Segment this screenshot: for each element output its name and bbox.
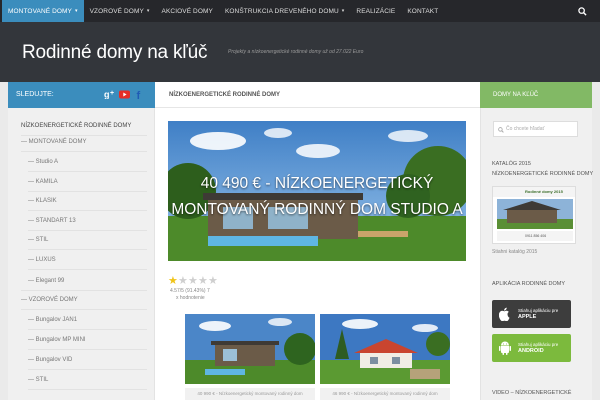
category-link-elegant-99[interactable]: — Elegant 99: [28, 278, 64, 284]
catalog-cover-image[interactable]: Rodinné domy 2015 0911 856 406: [492, 186, 576, 244]
nav-label: MONTOVANÉ DOMY: [8, 7, 72, 15]
nav-item-konstrukcia[interactable]: KONŠTRUKCIA DREVENÉHO DOMU ▾: [219, 0, 350, 22]
divider: [21, 290, 147, 291]
thumbnail-caption-1[interactable]: 40 990 € - Nízkoenergetický montovaný ro…: [185, 388, 315, 400]
nav-item-akciove-domy[interactable]: AKCIOVÉ DOMY: [156, 0, 219, 22]
category-link-montovane[interactable]: — MONTOVANÉ DOMY: [21, 139, 86, 145]
divider: [28, 349, 147, 350]
divider: [21, 309, 147, 310]
category-link-kamila[interactable]: — KAMILA: [28, 179, 58, 185]
chevron-down-icon: ▾: [146, 8, 150, 14]
catalog-title: KATALÓG 2015: [492, 161, 531, 167]
catalog-download-link[interactable]: Stiahni katalóg 2015: [492, 249, 537, 255]
category-link-bungalov-vid[interactable]: — Bungalov VID: [28, 357, 72, 363]
category-link-stil-2[interactable]: — STIL: [28, 377, 48, 383]
star-icon[interactable]: ★: [178, 276, 188, 287]
main-heading: NÍZKOENERGETICKÉ RODINNÉ DOMY: [155, 82, 480, 108]
search-icon: [498, 127, 504, 133]
search-icon: [577, 6, 587, 16]
hero-title[interactable]: 40 490 € - NÍZKOENERGETICKÝ MONTOVANÝ RO…: [168, 171, 466, 223]
android-app-button[interactable]: Stiahuj aplikáciu pre ANDROID: [492, 334, 571, 362]
divider: [28, 210, 147, 211]
google-plus-icon[interactable]: g +: [104, 88, 116, 100]
nav-label: KONTAKT: [407, 7, 439, 15]
chevron-down-icon: ▾: [341, 8, 345, 14]
thumbnail-house-2[interactable]: [320, 314, 450, 384]
thumbnail-house-1[interactable]: [185, 314, 315, 384]
category-link-bungalov-mp-mini[interactable]: — Bungalov MP MINI: [28, 337, 86, 343]
main-menu: MONTOVANÉ DOMY ▾ VZOROVÉ DOMY ▾ AKCIOVÉ DO…: [0, 0, 600, 22]
chevron-down-icon: ▾: [75, 8, 78, 14]
divider: [28, 191, 147, 192]
youtube-icon[interactable]: [118, 88, 130, 100]
nav-item-vzorove-domy[interactable]: VZOROVÉ DOMY ▾: [84, 0, 156, 22]
category-link-standart-13[interactable]: — STANDART 13: [28, 218, 76, 224]
category-link-stil[interactable]: — STIL: [28, 237, 48, 243]
video-heading: VIDEO – NÍZKOENERGETICKÉ: [492, 390, 572, 396]
rating-stars[interactable]: ★ ★ ★ ★ ★: [168, 276, 218, 287]
facebook-icon[interactable]: f: [133, 88, 145, 100]
divider: [21, 135, 147, 136]
svg-text:+: +: [110, 90, 114, 97]
site-title[interactable]: Rodinné domy na kľúč: [22, 42, 208, 64]
category-link-nizkoenergeticke[interactable]: NÍZKOENERGETICKÉ RODINNÉ DOMY: [21, 123, 131, 129]
catalog-phone: 0911 856 406: [525, 234, 547, 238]
category-link-bungalov-jan1[interactable]: — Bungalov JAN1: [28, 317, 77, 323]
site-header: Rodinné domy na kľúč Projekty a nízkoene…: [0, 22, 600, 82]
search-placeholder: Čo chcete hľadať: [506, 126, 545, 132]
android-button-line2: ANDROID: [518, 348, 544, 354]
category-link-vzorove[interactable]: — VZOROVÉ DOMY: [21, 297, 78, 303]
app-heading: APLIKÁCIA RODINNÉ DOMY: [492, 281, 566, 287]
divider: [28, 171, 147, 172]
nav-item-realizacie[interactable]: REALIZÁCIE: [350, 0, 401, 22]
thumbnail-caption-2[interactable]: 46 990 € - Nízkoenergetický montovaný ro…: [320, 388, 450, 400]
apple-button-line2: APPLE: [518, 314, 537, 320]
rating-subtext: x hodnotenie: [176, 295, 205, 301]
nav-label: REALIZÁCIE: [356, 7, 396, 15]
android-icon: [496, 334, 514, 362]
catalog-subtitle: NÍZKOENERGETICKÉ RODINNÉ DOMY: [492, 171, 594, 177]
nav-item-kontakt[interactable]: KONTAKT: [401, 0, 444, 22]
apple-button-line1: Stiahuj aplikáciu pre: [518, 308, 559, 313]
star-icon[interactable]: ★: [198, 276, 208, 287]
category-list-container: NÍZKOENERGETICKÉ RODINNÉ DOMY — MONTOVAN…: [8, 108, 155, 400]
right-sidebar-heading: DOMY NA KĽÚČ: [480, 82, 592, 108]
site-tagline: Projekty a nízkoenergetické rodinné domy…: [228, 49, 364, 55]
search-button[interactable]: [570, 0, 594, 22]
divider: [28, 249, 147, 250]
search-input[interactable]: Čo chcete hľadať: [493, 121, 578, 137]
rating-text: 4.57/5 (91.43%) 7: [170, 288, 210, 294]
divider: [28, 389, 147, 390]
nav-label: VZOROVÉ DOMY: [89, 7, 144, 15]
android-button-line1: Stiahuj aplikáciu pre: [518, 342, 559, 347]
hero-image[interactable]: 40 490 € - NÍZKOENERGETICKÝ MONTOVANÝ RO…: [168, 121, 466, 261]
category-link-studio-a[interactable]: — Studio A: [28, 159, 58, 165]
apple-icon: [496, 300, 514, 328]
svg-text:f: f: [136, 90, 140, 100]
svg-text:g: g: [104, 90, 110, 100]
divider: [28, 329, 147, 330]
divider: [28, 230, 147, 231]
catalog-image-title: Rodinné domy 2015: [525, 189, 563, 194]
star-icon[interactable]: ★: [168, 276, 178, 287]
nav-label: KONŠTRUKCIA DREVENÉHO DOMU: [224, 7, 339, 15]
nav-label: AKCIOVÉ DOMY: [161, 7, 213, 15]
apple-app-button[interactable]: Stiahuj aplikáciu pre APPLE: [492, 300, 571, 328]
star-icon[interactable]: ★: [208, 276, 218, 287]
divider: [28, 369, 147, 370]
top-navigation: MONTOVANÉ DOMY ▾ VZOROVÉ DOMY ▾ AKCIOVÉ DO…: [0, 0, 600, 22]
divider: [28, 269, 147, 270]
nav-item-montovane-domy[interactable]: MONTOVANÉ DOMY ▾: [2, 0, 84, 22]
divider: [21, 151, 147, 152]
star-icon[interactable]: ★: [188, 276, 198, 287]
category-link-klasik[interactable]: — KLASIK: [28, 198, 57, 204]
category-link-luxus[interactable]: — LUXUS: [28, 257, 56, 263]
